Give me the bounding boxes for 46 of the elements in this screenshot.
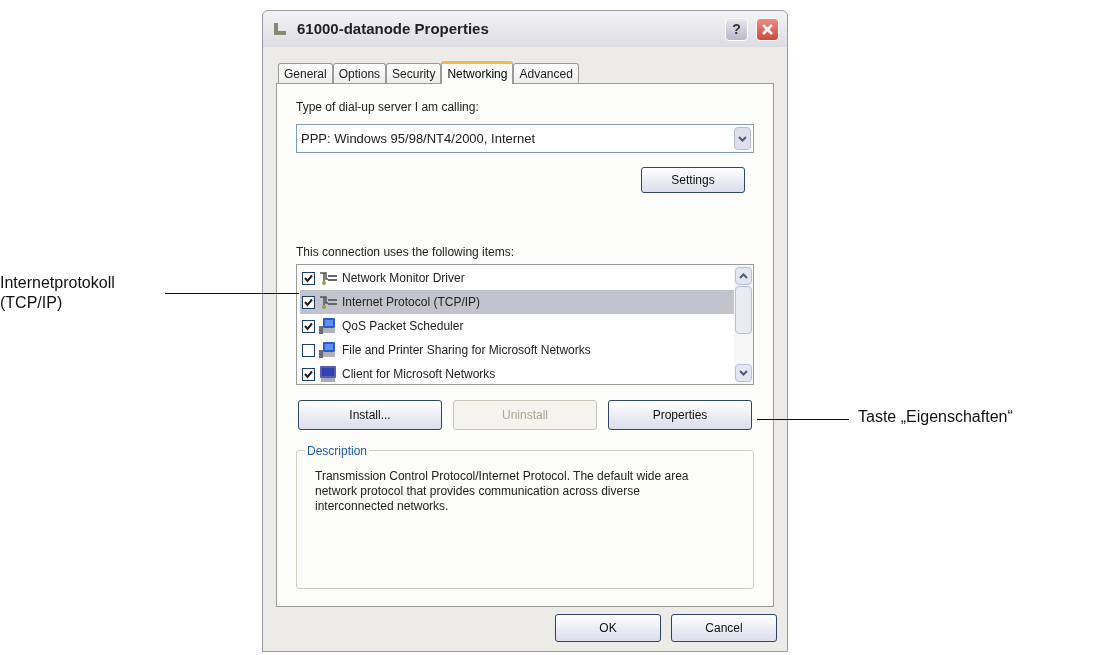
list-item[interactable]: Network Monitor Driver bbox=[300, 266, 734, 290]
list-item[interactable]: Internet Protocol (TCP/IP) bbox=[300, 290, 734, 314]
server-type-dropdown[interactable]: PPP: Windows 95/98/NT4/2000, Internet bbox=[296, 124, 754, 153]
protocol-icon bbox=[318, 293, 338, 311]
scrollbar[interactable] bbox=[734, 265, 753, 384]
connection-icon bbox=[271, 21, 289, 37]
checkbox[interactable] bbox=[302, 319, 315, 333]
protocol-icon bbox=[318, 269, 338, 287]
cancel-button[interactable]: Cancel bbox=[671, 614, 777, 642]
item-label: Network Monitor Driver bbox=[341, 270, 465, 287]
tab[interactable]: Advanced bbox=[513, 63, 579, 83]
scroll-up-icon[interactable] bbox=[735, 267, 752, 285]
item-label: QoS Packet Scheduler bbox=[341, 318, 464, 335]
callout-label: Internetprotokoll (TCP/IP) bbox=[0, 273, 116, 313]
scroll-down-icon[interactable] bbox=[735, 364, 752, 382]
ok-button[interactable]: OK bbox=[555, 614, 661, 642]
help-button[interactable]: ? bbox=[725, 17, 748, 41]
install-button[interactable]: Install... bbox=[298, 400, 442, 430]
monitor-icon bbox=[318, 365, 338, 383]
list-item[interactable]: File and Printer Sharing for Microsoft Networks bbox=[300, 338, 734, 362]
close-icon bbox=[761, 22, 774, 36]
dropdown-value: PPP: Windows 95/98/NT4/2000, Internet bbox=[301, 129, 537, 148]
checkbox[interactable] bbox=[302, 343, 315, 357]
window-title: 61000-datanode Properties bbox=[297, 18, 490, 39]
checkbox[interactable] bbox=[302, 367, 315, 381]
item-label: Internet Protocol (TCP/IP) bbox=[341, 294, 481, 311]
computer-icon bbox=[318, 341, 338, 359]
tab[interactable]: General bbox=[278, 63, 333, 83]
field-label: Type of dial-up server I am calling: bbox=[296, 99, 480, 116]
settings-button[interactable]: Settings bbox=[641, 167, 745, 193]
properties-button[interactable]: Properties bbox=[608, 400, 752, 430]
item-label: File and Printer Sharing for Microsoft Networks bbox=[341, 342, 591, 359]
scroll-thumb[interactable] bbox=[735, 286, 752, 334]
list-item[interactable]: Client for Microsoft Networks bbox=[300, 362, 734, 386]
checkbox[interactable] bbox=[302, 295, 315, 309]
tab[interactable]: Options bbox=[332, 63, 387, 83]
checkbox[interactable] bbox=[302, 271, 315, 285]
callout-label: Taste „Eigenschaften“ bbox=[858, 407, 1013, 427]
tab[interactable]: Security bbox=[386, 63, 442, 83]
item-label: Client for Microsoft Networks bbox=[341, 366, 496, 383]
computer-icon bbox=[318, 317, 338, 335]
description-text: Transmission Control Protocol/Internet Protocol. The default wide area network protocol that provides communication across diverse interconnected networks. bbox=[315, 469, 690, 514]
close-button[interactable] bbox=[756, 17, 779, 41]
items-label: This connection uses the following items: bbox=[296, 244, 516, 261]
list-item[interactable]: QoS Packet Scheduler bbox=[300, 314, 734, 338]
tab[interactable]: Networking bbox=[441, 61, 514, 84]
